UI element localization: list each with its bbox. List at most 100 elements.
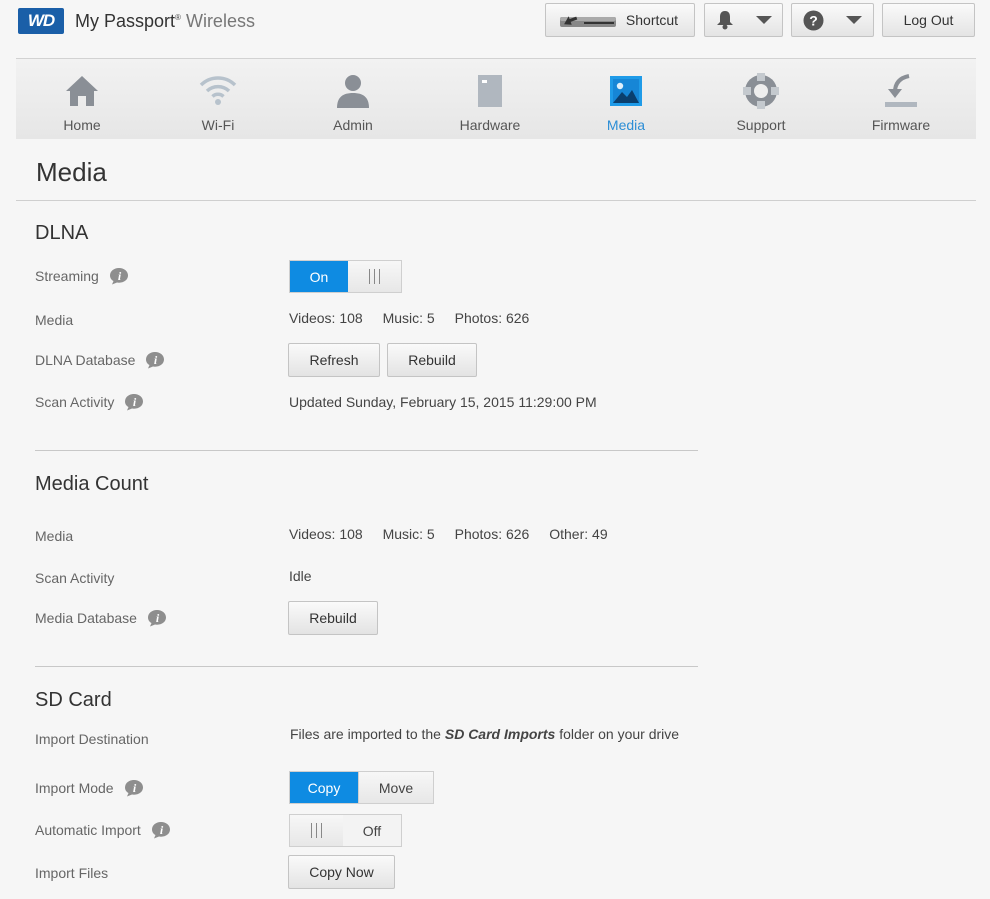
nav-item-support[interactable]: Support bbox=[721, 59, 801, 139]
media-rebuild-button[interactable]: Rebuild bbox=[288, 601, 378, 635]
nav-item-hardware[interactable]: Hardware bbox=[450, 59, 530, 139]
chevron-down-icon bbox=[755, 16, 772, 24]
lifebuoy-icon bbox=[743, 73, 779, 109]
shortcut-drive-icon bbox=[560, 16, 616, 27]
import-destination-label: Import Destination bbox=[35, 731, 149, 747]
dlna-database-row: DLNA Database i bbox=[35, 350, 165, 370]
other-count: Other: 49 bbox=[549, 526, 608, 542]
dlna-refresh-button[interactable]: Refresh bbox=[288, 343, 380, 377]
help-button[interactable]: ? bbox=[791, 3, 874, 37]
media-count-scan-label: Scan Activity bbox=[35, 570, 115, 586]
logout-button[interactable]: Log Out bbox=[882, 3, 975, 37]
main-nav: Home Wi-Fi Admin Hardware Media Support … bbox=[16, 58, 976, 139]
image-icon bbox=[610, 76, 642, 106]
dlna-scan-label: Scan Activity bbox=[35, 394, 115, 410]
nav-label-support: Support bbox=[736, 117, 786, 133]
media-count-scan-row: Scan Activity bbox=[35, 568, 114, 588]
media-database-label: Media Database bbox=[35, 610, 137, 626]
streaming-label: Streaming bbox=[35, 268, 99, 284]
brand: WD My Passport® Wireless bbox=[18, 8, 255, 34]
media-count-row: Media bbox=[35, 526, 73, 546]
music-count: Music: 5 bbox=[382, 310, 435, 326]
dlna-scan-value: Updated Sunday, February 15, 2015 11:29:… bbox=[289, 394, 597, 410]
shortcut-button[interactable]: Shortcut bbox=[545, 3, 695, 37]
import-mode-toggle[interactable]: Copy Move bbox=[289, 771, 434, 804]
info-icon[interactable]: i bbox=[147, 609, 167, 627]
import-destination-value: Files are imported to the SD Card Import… bbox=[290, 726, 679, 742]
shortcut-label: Shortcut bbox=[625, 12, 679, 28]
copy-now-button[interactable]: Copy Now bbox=[288, 855, 395, 889]
videos-count: Videos: 108 bbox=[289, 310, 363, 326]
user-icon bbox=[337, 75, 369, 108]
media-row-label: Media bbox=[35, 310, 73, 330]
dlna-rebuild-button[interactable]: Rebuild bbox=[387, 343, 477, 377]
wifi-icon bbox=[199, 76, 237, 105]
dlna-database-label: DLNA Database bbox=[35, 352, 136, 368]
media-count-values: Videos: 108 Music: 5 Photos: 626 Other: … bbox=[289, 526, 624, 542]
import-files-row: Import Files bbox=[35, 863, 108, 883]
import-mode-row: Import Mode i bbox=[35, 778, 144, 798]
destination-prefix: Files are imported to the bbox=[290, 726, 441, 742]
toggle-grip bbox=[348, 261, 401, 292]
streaming-row: Streaming i bbox=[35, 266, 129, 286]
product-reg-mark: ® bbox=[175, 12, 181, 22]
bell-icon bbox=[716, 11, 733, 30]
automatic-import-off: Off bbox=[343, 815, 401, 846]
nav-item-admin[interactable]: Admin bbox=[313, 59, 393, 139]
info-icon[interactable]: i bbox=[124, 393, 144, 411]
info-icon[interactable]: i bbox=[124, 779, 144, 797]
info-icon[interactable]: i bbox=[109, 267, 129, 285]
nav-item-media[interactable]: Media bbox=[586, 59, 666, 139]
media-count-label: Media bbox=[35, 528, 74, 544]
destination-suffix: folder on your drive bbox=[559, 726, 680, 742]
import-mode-label: Import Mode bbox=[35, 780, 114, 796]
media-database-row: Media Database i bbox=[35, 608, 167, 628]
streaming-on-segment: On bbox=[290, 261, 348, 292]
automatic-import-toggle[interactable]: Off bbox=[289, 814, 402, 847]
dlna-scan-row: Scan Activity i bbox=[35, 392, 144, 412]
photos-count: Photos: 626 bbox=[454, 526, 530, 542]
photos-count: Photos: 626 bbox=[454, 310, 530, 326]
help-icon: ? bbox=[803, 10, 824, 30]
info-icon[interactable]: i bbox=[145, 351, 165, 369]
svg-text:?: ? bbox=[809, 12, 818, 28]
section-title-sd-card: SD Card bbox=[35, 689, 112, 711]
product-suffix: Wireless bbox=[185, 10, 255, 31]
page-title: Media bbox=[36, 157, 107, 187]
wd-logo: WD bbox=[18, 8, 64, 34]
nav-label-home: Home bbox=[63, 117, 101, 133]
notifications-button[interactable] bbox=[704, 3, 783, 37]
info-icon[interactable]: i bbox=[151, 821, 171, 839]
nav-item-firmware[interactable]: Firmware bbox=[861, 59, 941, 139]
section-divider bbox=[35, 666, 698, 667]
nav-item-wifi[interactable]: Wi-Fi bbox=[178, 59, 258, 139]
nav-label-firmware: Firmware bbox=[871, 117, 931, 133]
media-count-scan-value: Idle bbox=[289, 568, 312, 584]
section-title-media-count: Media Count bbox=[35, 473, 149, 495]
nav-label-admin: Admin bbox=[333, 117, 373, 133]
import-destination-row: Import Destination bbox=[35, 729, 149, 749]
nav-label-wifi: Wi-Fi bbox=[201, 117, 235, 133]
nav-label-media: Media bbox=[606, 117, 646, 133]
automatic-import-label: Automatic Import bbox=[35, 822, 141, 838]
drive-icon bbox=[478, 75, 502, 107]
nav-item-home[interactable]: Home bbox=[41, 59, 123, 139]
import-mode-copy[interactable]: Copy bbox=[290, 772, 358, 803]
download-icon bbox=[885, 74, 917, 107]
destination-folder: SD Card Imports bbox=[444, 726, 556, 742]
section-divider bbox=[35, 450, 698, 451]
automatic-import-row: Automatic Import i bbox=[35, 820, 171, 840]
import-files-label: Import Files bbox=[35, 865, 109, 881]
music-count: Music: 5 bbox=[382, 526, 435, 542]
chevron-down-icon bbox=[846, 16, 862, 24]
home-icon bbox=[66, 76, 98, 106]
import-mode-move[interactable]: Move bbox=[358, 772, 433, 803]
media-label: Media bbox=[35, 312, 74, 328]
dlna-media-counts: Videos: 108 Music: 5 Photos: 626 bbox=[289, 310, 545, 326]
streaming-toggle[interactable]: On bbox=[289, 260, 402, 293]
product-name: My Passport® Wireless bbox=[75, 11, 255, 32]
title-divider bbox=[16, 200, 976, 201]
toggle-grip bbox=[290, 815, 343, 846]
videos-count: Videos: 108 bbox=[289, 526, 363, 542]
nav-label-hardware: Hardware bbox=[459, 117, 521, 133]
